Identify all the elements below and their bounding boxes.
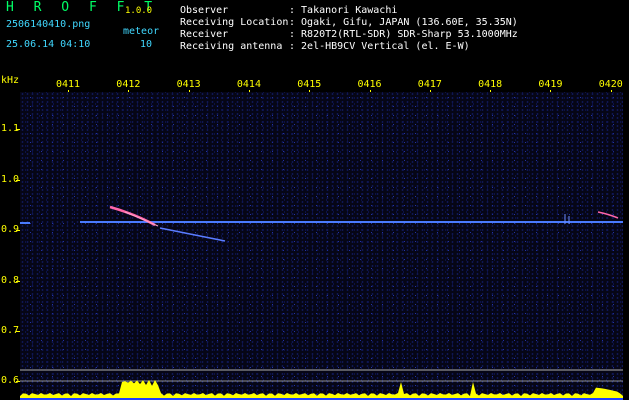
observer-value: : Takanori Kawachi — [289, 5, 398, 16]
observer-label: Observer — [180, 5, 229, 16]
time-tick-label: 0414 — [236, 79, 261, 90]
receiver-value: : R820T2(RTL-SDR) SDR-Sharp 53.1000MHz — [289, 29, 518, 40]
meteor-tail — [159, 227, 226, 242]
app-version: 1.0.0 — [125, 6, 153, 16]
meteor-echo-head — [124, 211, 159, 227]
receiver-label: Receiver — [180, 29, 229, 40]
antenna-label: Receiving antenna — [180, 41, 283, 52]
date-time: 25.06.14 04:10 — [6, 39, 91, 50]
time-tick-label: 0415 — [297, 79, 322, 90]
time-tick-label: 0419 — [538, 79, 563, 90]
time-tick-label: 0412 — [116, 79, 141, 90]
meteor-count: 10 — [140, 39, 153, 50]
file-name: 2506140410.png — [6, 19, 91, 30]
frequency-unit-label: kHz — [1, 75, 20, 86]
header-panel: H R O F F T 1.0.0 2506140410.png 25.06.1… — [0, 0, 629, 72]
time-tick-label: 0418 — [478, 79, 503, 90]
meteor-label: meteor — [123, 26, 160, 37]
signal-level-bar — [20, 380, 623, 400]
meteor-echo-right — [597, 211, 619, 219]
time-tick-label: 0417 — [417, 79, 442, 90]
time-tick-label: 0416 — [357, 79, 382, 90]
time-tick-label: 0411 — [56, 79, 81, 90]
location-label: Receiving Location — [180, 17, 289, 28]
spectrogram-overlay — [20, 205, 623, 400]
antenna-value: : 2el-HB9CV Vertical (el. E-W) — [289, 41, 470, 52]
time-tick-label: 0420 — [598, 79, 623, 90]
location-value: : Ogaki, Gifu, JAPAN (136.60E, 35.35N) — [289, 17, 518, 28]
spectrogram-plot — [20, 92, 623, 400]
time-tick-label: 0413 — [176, 79, 201, 90]
